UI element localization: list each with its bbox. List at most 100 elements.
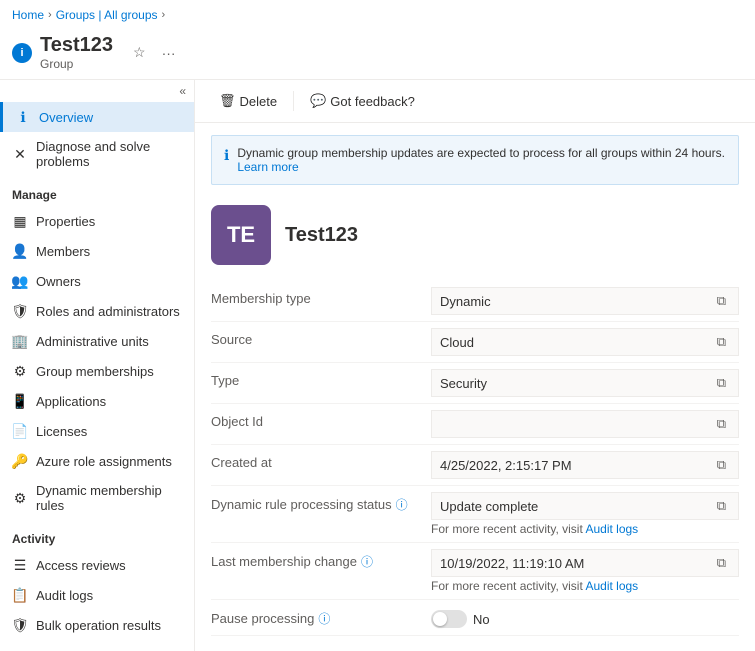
sidebar-applications-label: Applications [36,394,106,409]
group-name: Test123 [285,224,358,247]
breadcrumb-sep-1: › [48,9,52,21]
pause-processing-toggle-wrap: No [431,606,739,628]
sidebar-item-admin-units[interactable]: 🏢 Administrative units [0,326,194,356]
prop-value-wrap-pause-processing: No [431,606,739,628]
properties-table: Membership type Dynamic ⧉ Source Cloud [195,281,755,636]
header-title-group: Test123 Group [40,34,113,71]
copy-last-membership-button[interactable]: ⧉ [713,555,730,571]
sidebar-item-members[interactable]: 👤 Members [0,236,194,266]
breadcrumb-home[interactable]: Home [12,8,44,22]
prop-value-source: Cloud ⧉ [431,328,739,356]
sidebar-roles-label: Roles and administrators [36,304,180,319]
breadcrumb-groups[interactable]: Groups | All groups [56,8,158,22]
sidebar-item-azure-roles[interactable]: 🔑 Azure role assignments [0,446,194,476]
sidebar-item-audit-logs[interactable]: 📋 Audit logs [0,580,194,610]
delete-button[interactable]: 🗑 Delete [211,88,285,114]
page-header: i Test123 Group ☆ ··· [0,30,755,79]
prop-row-pause-processing: Pause processing ⓘ No [211,600,739,636]
pin-button[interactable]: ☆ [129,42,150,63]
sidebar-item-roles[interactable]: 🛡 Roles and administrators [0,296,194,326]
sidebar-item-applications[interactable]: 📱 Applications [0,386,194,416]
last-membership-info-icon[interactable]: ⓘ [361,553,373,570]
bulk-ops-icon: 🛡 [12,617,28,633]
sidebar-item-owners[interactable]: 👥 Owners [0,266,194,296]
sidebar-owners-label: Owners [36,274,81,289]
activity-section-label: Activity [0,520,194,550]
sidebar-item-group-memberships[interactable]: ⚙ Group memberships [0,356,194,386]
page-title: Test123 [40,34,113,57]
prop-label-dynamic-status: Dynamic rule processing status ⓘ [211,492,431,513]
prop-value-last-membership: 10/19/2022, 11:19:10 AM ⧉ [431,549,739,577]
access-reviews-icon: ☰ [12,557,28,573]
prop-value-wrap-dynamic-status: Update complete ⧉ For more recent activi… [431,492,739,536]
sidebar-item-licenses[interactable]: 📄 Licenses [0,416,194,446]
more-options-button[interactable]: ··· [158,42,180,63]
content-area: 🗑 Delete 💬 Got feedback? ℹ Dynamic group… [195,80,755,651]
sidebar-item-access-reviews[interactable]: ☰ Access reviews [0,550,194,580]
azure-roles-icon: 🔑 [12,453,28,469]
sidebar-item-bulk-ops[interactable]: 🛡 Bulk operation results [0,610,194,640]
sidebar-bulk-ops-label: Bulk operation results [36,618,161,633]
audit-logs-icon: 📋 [12,587,28,603]
owners-icon: 👥 [12,273,28,289]
prop-value-object-id: ⧉ [431,410,739,438]
info-banner-text: Dynamic group membership updates are exp… [237,146,726,174]
header-info-icon: i [12,43,32,63]
dynamic-status-info-icon[interactable]: ⓘ [396,496,408,513]
prop-row-dynamic-status: Dynamic rule processing status ⓘ Update … [211,486,739,543]
sidebar-item-overview[interactable]: ℹ Overview [0,102,194,132]
sidebar-item-properties[interactable]: ▦ Properties [0,206,194,236]
copy-object-id-button[interactable]: ⧉ [713,416,730,432]
sidebar-properties-label: Properties [36,214,95,229]
collapse-sidebar-button[interactable]: « [179,84,186,98]
group-avatar: TE [211,205,271,265]
prop-value-created-at: 4/25/2022, 2:15:17 PM ⧉ [431,451,739,479]
info-banner: ℹ Dynamic group membership updates are e… [211,135,739,185]
header-actions: ☆ ··· [129,42,180,63]
sidebar-licenses-label: Licenses [36,424,87,439]
info-banner-link[interactable]: Learn more [237,160,298,174]
members-icon: 👤 [12,243,28,259]
copy-type-button[interactable]: ⧉ [713,375,730,391]
prop-row-last-membership: Last membership change ⓘ 10/19/2022, 11:… [211,543,739,600]
prop-value-type: Security ⧉ [431,369,739,397]
sidebar-overview-label: Overview [39,110,93,125]
prop-label-source: Source [211,328,431,347]
delete-label: Delete [240,94,278,109]
prop-value-wrap-last-membership: 10/19/2022, 11:19:10 AM ⧉ For more recen… [431,549,739,593]
prop-row-type: Type Security ⧉ [211,363,739,404]
properties-icon: ▦ [12,213,28,229]
sidebar-dynamic-rules-label: Dynamic membership rules [36,483,182,513]
copy-dynamic-status-button[interactable]: ⧉ [713,498,730,514]
pause-processing-toggle[interactable] [431,610,467,628]
sidebar-item-diagnose[interactable]: ✕ Diagnose and solve problems [0,132,194,176]
sidebar-access-reviews-label: Access reviews [36,558,126,573]
delete-icon: 🗑 [219,93,236,109]
prop-row-created-at: Created at 4/25/2022, 2:15:17 PM ⧉ [211,445,739,486]
sidebar-collapse: « [0,80,194,102]
admin-units-icon: 🏢 [12,333,28,349]
content-toolbar: 🗑 Delete 💬 Got feedback? [195,80,755,123]
group-header: TE Test123 [195,197,755,281]
copy-created-at-button[interactable]: ⧉ [713,457,730,473]
sidebar-item-dynamic-rules[interactable]: ⚙ Dynamic membership rules [0,476,194,520]
feedback-button[interactable]: 💬 Got feedback? [302,88,423,114]
info-banner-icon: ℹ [224,147,229,164]
pause-processing-info-icon[interactable]: ⓘ [318,610,330,627]
direct-members-section: Direct members 🌐 687 Total 👤 687 User(s)… [195,636,755,651]
prop-row-membership-type: Membership type Dynamic ⧉ [211,281,739,322]
prop-row-object-id: Object Id ⧉ [211,404,739,445]
prop-label-created-at: Created at [211,451,431,470]
prop-label-pause-processing: Pause processing ⓘ [211,606,431,627]
dynamic-status-audit-link[interactable]: Audit logs [585,522,638,536]
feedback-icon: 💬 [310,93,326,109]
diagnose-icon: ✕ [12,146,28,162]
sidebar-members-label: Members [36,244,90,259]
copy-source-button[interactable]: ⧉ [713,334,730,350]
overview-icon: ℹ [15,109,31,125]
copy-membership-type-button[interactable]: ⧉ [713,293,730,309]
prop-label-object-id: Object Id [211,410,431,429]
last-membership-audit-link[interactable]: Audit logs [585,579,638,593]
sidebar-admin-units-label: Administrative units [36,334,149,349]
manage-section-label: Manage [0,176,194,206]
